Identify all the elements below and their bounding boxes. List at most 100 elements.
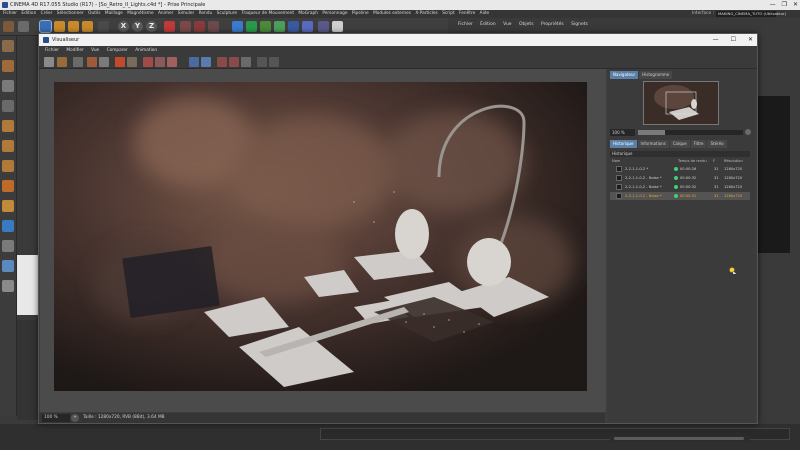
menu-magnetisme[interactable]: Magnétisme [127, 10, 153, 18]
live-select-icon[interactable] [98, 21, 109, 32]
diff-icon[interactable] [167, 57, 177, 67]
menu-x-particles[interactable]: X-Particles [415, 10, 437, 18]
viewer-menu-modifier[interactable]: Modifier [66, 46, 83, 55]
snap-icon[interactable] [2, 180, 14, 192]
navigator-zoom-field[interactable]: 100 % [610, 129, 635, 136]
close-icon[interactable]: ✕ [793, 0, 798, 10]
om-objets[interactable]: Objets [519, 18, 534, 32]
tab-navigateur[interactable]: Navigateur [610, 71, 639, 79]
open-icon[interactable] [44, 57, 54, 67]
menu-fenetre[interactable]: Fenêtre [459, 10, 475, 18]
tweak-icon[interactable] [2, 220, 14, 232]
tab-informations[interactable]: Informations [637, 140, 669, 148]
rotate-tool-icon[interactable] [82, 21, 93, 32]
z-axis-lock-icon[interactable]: Z [146, 21, 157, 32]
menu-outils[interactable]: Outils [88, 10, 100, 18]
grid-icon[interactable] [2, 260, 14, 272]
cube-object-icon[interactable] [232, 21, 243, 32]
scale-tool-icon[interactable] [68, 21, 79, 32]
tab-filtre[interactable]: Filtre [690, 140, 707, 148]
play-back-icon[interactable] [257, 57, 267, 67]
axis-mode-icon[interactable] [2, 200, 14, 212]
maximize-icon[interactable]: ❐ [782, 0, 787, 10]
render-view-icon[interactable] [180, 21, 191, 32]
interface-select[interactable]: MAKING_CINEMA_TUTO (Utilisateur) [716, 11, 786, 17]
viewer-maximize-icon[interactable]: ☐ [731, 34, 736, 46]
menu-maillage[interactable]: Maillage [105, 10, 123, 18]
menu-creer[interactable]: Créer [41, 10, 53, 18]
model-mode-icon[interactable] [2, 60, 14, 72]
tab-histogramme[interactable]: Histogramme [639, 71, 673, 79]
nurbs-icon[interactable] [260, 21, 271, 32]
menu-fichier[interactable]: Fichier [3, 10, 17, 18]
save-icon[interactable] [57, 57, 67, 67]
play-forward-icon[interactable] [269, 57, 279, 67]
history-scroll-thumb[interactable] [614, 437, 744, 440]
solo-icon[interactable] [2, 240, 14, 252]
om-signets[interactable]: Signets [571, 18, 588, 32]
viewer-menu-vue[interactable]: Vue [91, 46, 99, 55]
om-edition[interactable]: Édition [480, 18, 496, 32]
deformer-icon[interactable] [288, 21, 299, 32]
channel-b-icon[interactable] [241, 57, 251, 67]
history-row[interactable]: 2-2-1-1-0-2 - Noise * 00:00:32 31 1280x7… [610, 183, 750, 191]
menu-sculpture[interactable]: Sculpture [217, 10, 237, 18]
points-mode-icon[interactable] [2, 120, 14, 132]
render-display-area[interactable] [40, 69, 606, 412]
viewer-menu-animation[interactable]: Animation [135, 46, 157, 55]
coordinate-system-icon[interactable] [164, 21, 175, 32]
edges-mode-icon[interactable] [2, 140, 14, 152]
select-tool-icon[interactable] [39, 20, 52, 33]
menu-edition[interactable]: Édition [21, 10, 36, 18]
menu-mograph[interactable]: MoGraph [298, 10, 318, 18]
tab-historique[interactable]: Historique [610, 140, 637, 148]
zoom-plus-icon[interactable]: + [71, 414, 79, 422]
menu-personnage[interactable]: Personnage [322, 10, 347, 18]
minimize-icon[interactable]: — [770, 0, 776, 10]
stop-render-icon[interactable] [99, 57, 109, 67]
menu-aide[interactable]: Aide [480, 10, 490, 18]
navigator-reset-icon[interactable] [745, 129, 751, 135]
col-frame[interactable]: F [713, 158, 715, 164]
channel-g-icon[interactable] [229, 57, 239, 67]
fit-icon[interactable] [189, 57, 199, 67]
menu-pipeline[interactable]: Pipeline [352, 10, 369, 18]
tab-stereo[interactable]: Stéréo [707, 140, 727, 148]
history-row[interactable]: 2-2-1-1-0-2 - Noise * 00:00:32 31 1280x7… [610, 174, 750, 182]
undo-icon[interactable] [3, 21, 14, 32]
tab-calque[interactable]: Calque [669, 140, 690, 148]
swap-ab-icon[interactable] [155, 57, 165, 67]
menu-rendu[interactable]: Rendu [199, 10, 213, 18]
y-axis-lock-icon[interactable]: Y [132, 21, 143, 32]
x-axis-lock-icon[interactable]: X [118, 21, 129, 32]
viewer-close-icon[interactable]: ✕ [748, 34, 753, 46]
array-icon[interactable] [274, 21, 285, 32]
lock-workplane-icon[interactable] [2, 280, 14, 292]
history-row-selected[interactable]: 2-2-1-1-0-2 - Noise * 00:00:31 31 1280x7… [610, 192, 750, 200]
render-icon[interactable] [115, 57, 125, 67]
menu-modules-externes[interactable]: Modules externes [373, 10, 411, 18]
redo-icon[interactable] [18, 21, 29, 32]
history-scrollbar[interactable] [610, 436, 750, 441]
channel-r-icon[interactable] [217, 57, 227, 67]
render-picture-viewer-icon[interactable] [194, 21, 205, 32]
viewer-minimize-icon[interactable]: — [713, 34, 719, 46]
move-tool-icon[interactable] [54, 21, 65, 32]
workplane-icon[interactable] [2, 100, 14, 112]
light-icon[interactable] [332, 21, 343, 32]
viewer-menu-fichier[interactable]: Fichier [45, 46, 59, 55]
texture-mode-icon[interactable] [2, 80, 14, 92]
menu-selectionner[interactable]: Sélectionner [57, 10, 84, 18]
make-editable-icon[interactable] [2, 40, 14, 52]
camera-icon[interactable] [318, 21, 329, 32]
history-row[interactable]: 2-2-1-1-0-2 * 00:00:26 31 1280x720 [610, 165, 750, 173]
menu-traqueur[interactable]: Traqueur de Mouvement [241, 10, 294, 18]
menu-animer[interactable]: Animer [158, 10, 173, 18]
om-vue[interactable]: Vue [503, 18, 511, 32]
render-settings-icon[interactable] [208, 21, 219, 32]
viewer-zoom-field[interactable]: 100 % [42, 414, 70, 422]
col-temps[interactable]: Temps de rendu [678, 158, 707, 164]
ab-compare-icon[interactable] [143, 57, 153, 67]
col-resolution[interactable]: Résolution [724, 158, 743, 164]
om-fichier[interactable]: Fichier [458, 18, 473, 32]
